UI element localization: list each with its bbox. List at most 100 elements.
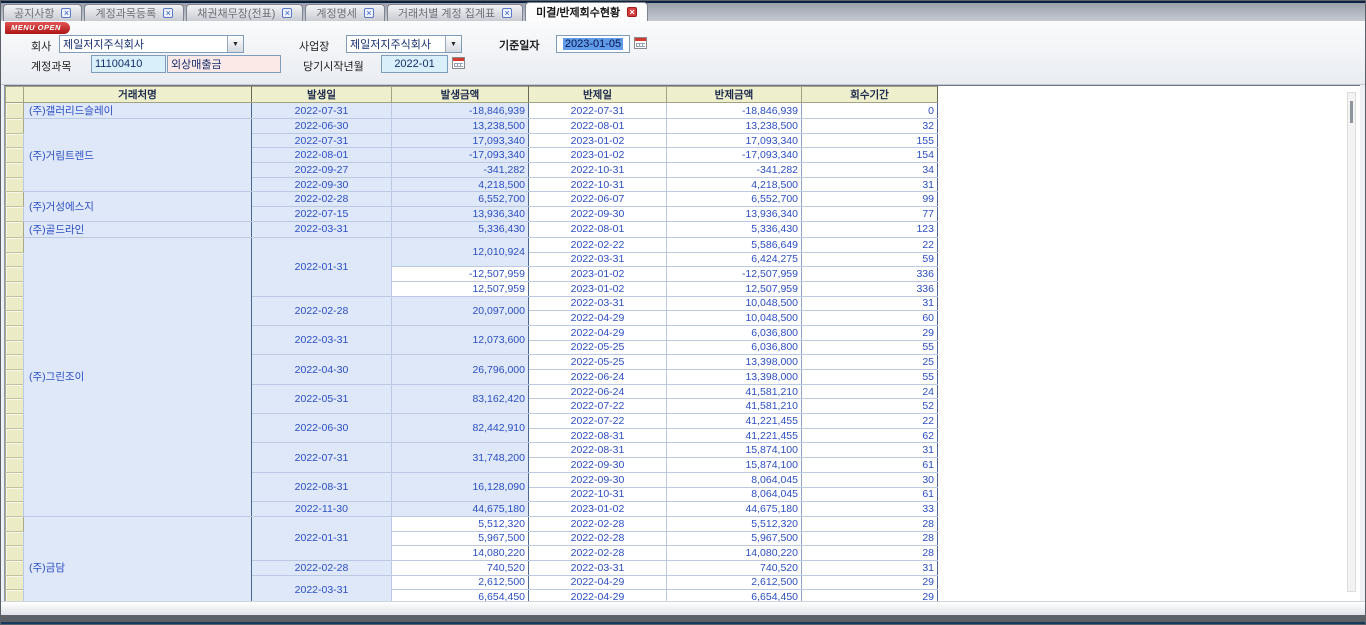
cell-dy[interactable]: 33 <box>802 502 938 517</box>
account-name-input[interactable]: 외상매출금 <box>167 55 281 73</box>
chevron-down-icon[interactable]: ▼ <box>445 36 461 52</box>
cell-dy[interactable]: 123 <box>802 221 938 237</box>
cell-rd[interactable]: 2023-01-02 <box>529 267 667 282</box>
row-selector[interactable] <box>6 560 24 575</box>
cell-ra[interactable]: 5,586,649 <box>667 237 802 252</box>
cell-od[interactable]: 2022-02-28 <box>252 296 392 325</box>
tab-item[interactable]: 계정명세× <box>305 4 384 21</box>
cell-oa[interactable]: 13,238,500 <box>392 119 529 134</box>
cell-od[interactable]: 2022-04-30 <box>252 355 392 384</box>
cell-rd[interactable]: 2022-04-29 <box>529 311 667 326</box>
cell-dy[interactable]: 25 <box>802 355 938 370</box>
cell-ra[interactable]: 6,036,800 <box>667 340 802 355</box>
cell-dy[interactable]: 22 <box>802 237 938 252</box>
row-selector[interactable] <box>6 458 24 473</box>
cell-ra[interactable]: 4,218,500 <box>667 177 802 192</box>
cell-dy[interactable]: 55 <box>802 340 938 355</box>
calendar-icon[interactable] <box>634 37 647 49</box>
cell-rd[interactable]: 2022-02-28 <box>529 546 667 561</box>
cell-dy[interactable]: 154 <box>802 148 938 163</box>
cell-rd[interactable]: 2022-02-28 <box>529 531 667 546</box>
cell-oa[interactable]: 14,080,220 <box>392 546 529 561</box>
row-selector[interactable] <box>6 575 24 590</box>
row-selector[interactable] <box>6 192 24 207</box>
row-selector[interactable] <box>6 148 24 163</box>
cell-ra[interactable]: -341,282 <box>667 163 802 178</box>
cell-ra[interactable]: 13,398,000 <box>667 355 802 370</box>
cell-rd[interactable]: 2022-08-31 <box>529 428 667 443</box>
cell-rd[interactable]: 2023-01-02 <box>529 281 667 296</box>
cell-ra[interactable]: 6,552,700 <box>667 192 802 207</box>
cell-ra[interactable]: 6,036,800 <box>667 325 802 340</box>
row-selector[interactable] <box>6 443 24 458</box>
cell-rd[interactable]: 2022-06-07 <box>529 192 667 207</box>
tab-active[interactable]: 미결/반제회수현황× <box>525 2 648 21</box>
cell-ra[interactable]: 8,064,045 <box>667 472 802 487</box>
cell-od[interactable]: 2022-07-31 <box>252 133 392 148</box>
cell-dy[interactable]: 28 <box>802 546 938 561</box>
cell-dy[interactable]: 62 <box>802 428 938 443</box>
cell-rd[interactable]: 2022-07-22 <box>529 414 667 429</box>
cell-ra[interactable]: 41,581,210 <box>667 399 802 414</box>
cell-oa[interactable]: 6,552,700 <box>392 192 529 207</box>
cell-oa[interactable]: 12,073,600 <box>392 325 529 354</box>
cell-ra[interactable]: 41,221,455 <box>667 428 802 443</box>
cell-ra[interactable]: 15,874,100 <box>667 443 802 458</box>
cell-rd[interactable]: 2022-08-01 <box>529 221 667 237</box>
cell-rd[interactable]: 2022-04-29 <box>529 575 667 590</box>
row-selector[interactable] <box>6 487 24 502</box>
cell-rd[interactable]: 2022-02-22 <box>529 237 667 252</box>
cell-dy[interactable]: 0 <box>802 103 938 119</box>
cell-oa[interactable]: 17,093,340 <box>392 133 529 148</box>
cell-oa[interactable]: 16,128,090 <box>392 472 529 501</box>
close-icon[interactable]: × <box>163 8 173 18</box>
vertical-scrollbar[interactable] <box>1347 92 1356 592</box>
cell-oa[interactable]: 13,936,340 <box>392 207 529 222</box>
cell-oa[interactable]: 20,097,000 <box>392 296 529 325</box>
cell-od[interactable]: 2022-03-31 <box>252 221 392 237</box>
cell-dy[interactable]: 32 <box>802 119 938 134</box>
cell-dy[interactable]: 52 <box>802 399 938 414</box>
cell-od[interactable]: 2022-09-30 <box>252 177 392 192</box>
row-selector[interactable] <box>6 177 24 192</box>
row-selector[interactable] <box>6 311 24 326</box>
close-icon[interactable]: × <box>282 8 292 18</box>
cell-od[interactable]: 2022-03-31 <box>252 575 392 601</box>
cell-dy[interactable]: 28 <box>802 531 938 546</box>
menu-open-button[interactable]: MENU OPEN <box>5 22 70 34</box>
row-selector[interactable] <box>6 237 24 252</box>
cell-n[interactable]: (주)골드라인 <box>24 221 252 237</box>
row-selector[interactable] <box>6 370 24 385</box>
row-selector[interactable] <box>6 399 24 414</box>
cell-dy[interactable]: 29 <box>802 325 938 340</box>
cell-ra[interactable]: 13,238,500 <box>667 119 802 134</box>
cell-dy[interactable]: 59 <box>802 252 938 267</box>
cell-ra[interactable]: 6,654,450 <box>667 590 802 601</box>
cell-rd[interactable]: 2022-09-30 <box>529 472 667 487</box>
cell-rd[interactable]: 2022-08-01 <box>529 119 667 134</box>
column-header[interactable]: 발생금액 <box>392 87 529 103</box>
cell-rd[interactable]: 2022-04-29 <box>529 590 667 601</box>
cell-ra[interactable]: 8,064,045 <box>667 487 802 502</box>
cell-rd[interactable]: 2022-08-31 <box>529 443 667 458</box>
cell-ra[interactable]: 44,675,180 <box>667 502 802 517</box>
cell-od[interactable]: 2022-06-30 <box>252 119 392 134</box>
cell-dy[interactable]: 77 <box>802 207 938 222</box>
column-header[interactable]: 반제일 <box>529 87 667 103</box>
row-selector[interactable] <box>6 103 24 119</box>
tab-item[interactable]: 채권채무장(전표)× <box>186 4 303 21</box>
cell-oa[interactable]: 12,010,924 <box>392 237 529 266</box>
cell-oa[interactable]: 12,507,959 <box>392 281 529 296</box>
cell-rd[interactable]: 2022-07-22 <box>529 399 667 414</box>
cell-n[interactable]: (주)거림트렌드 <box>24 119 252 192</box>
row-selector[interactable] <box>6 207 24 222</box>
cell-ra[interactable]: 5,336,430 <box>667 221 802 237</box>
cell-od[interactable]: 2022-07-31 <box>252 103 392 119</box>
cell-dy[interactable]: 31 <box>802 560 938 575</box>
cell-rd[interactable]: 2023-01-02 <box>529 148 667 163</box>
column-header[interactable]: 발생일 <box>252 87 392 103</box>
cell-rd[interactable]: 2022-03-31 <box>529 252 667 267</box>
row-selector[interactable] <box>6 281 24 296</box>
cell-n[interactable]: (주)금담 <box>24 516 252 601</box>
cell-rd[interactable]: 2022-04-29 <box>529 325 667 340</box>
